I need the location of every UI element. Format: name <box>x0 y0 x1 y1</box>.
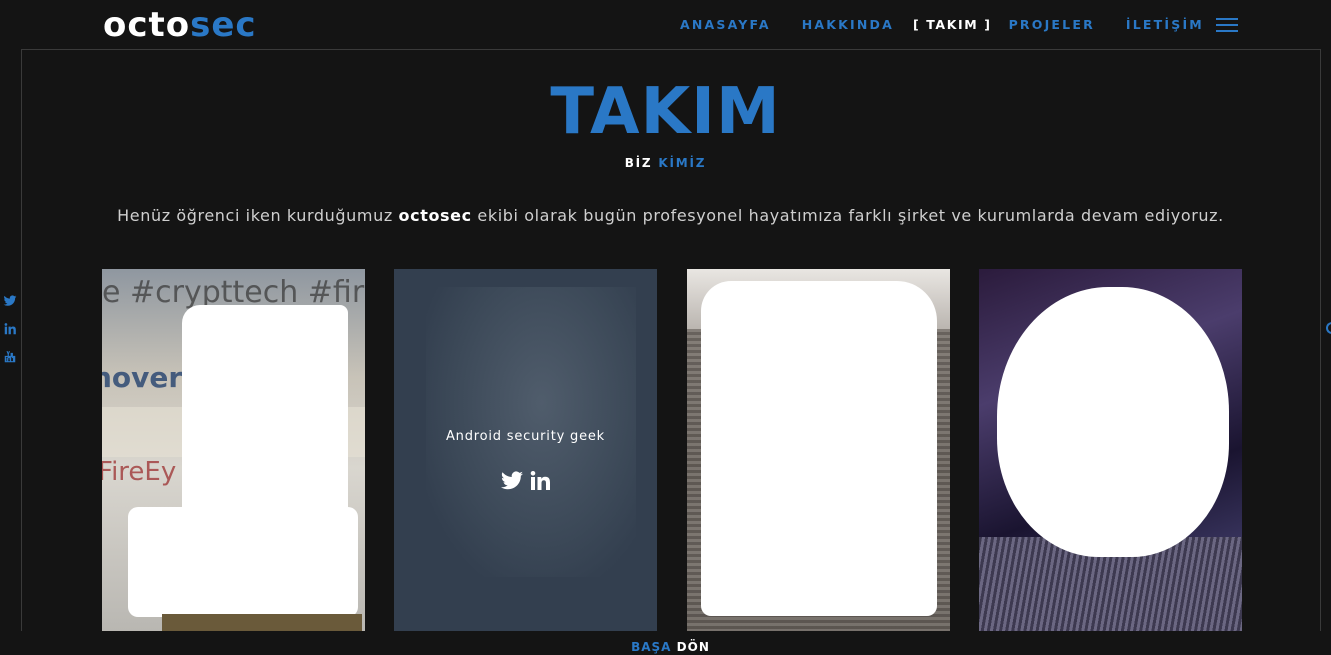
scroll-edge-icon[interactable] <box>1326 322 1331 334</box>
nav-item-projeler[interactable]: PROJELER <box>1009 17 1095 32</box>
logo-part-blue: sec <box>190 5 257 45</box>
member-tagline: Android security geek <box>445 429 605 444</box>
hamburger-line <box>1216 24 1238 26</box>
subtitle-white: BİZ <box>624 156 653 170</box>
nav-item-anasayfa[interactable]: ANASAYFA <box>680 17 771 32</box>
navbar: octosec ANASAYFA HAKKINDA [ TAKIM ] PROJ… <box>0 0 1331 50</box>
intro-brand: octosec <box>398 206 472 225</box>
linkedin-icon[interactable] <box>528 469 552 493</box>
intro-text: Henüz öğrenci iken kurduğumuz octosec ek… <box>0 206 1331 225</box>
twitter-icon[interactable] <box>3 294 17 308</box>
backtop-white: DÖN <box>676 640 710 654</box>
hamburger-line <box>1216 18 1238 20</box>
nav-item-iletisim[interactable]: İLETİŞİM <box>1126 17 1204 32</box>
twitter-icon[interactable] <box>500 469 524 493</box>
intro-after: ekibi olarak bugün profesyonel hayatımız… <box>471 206 1224 225</box>
nav-item-hakkinda[interactable]: HAKKINDA <box>802 17 894 32</box>
photo-banner-text: FireEy <box>102 457 177 487</box>
photo-shoulder <box>162 614 362 631</box>
section-subtitle: BİZ KİMİZ <box>0 156 1331 170</box>
team-card-2[interactable]: Android security geek <box>394 269 657 631</box>
backtop-blue: BAŞA <box>631 640 672 654</box>
nav-item-takim[interactable]: [ TAKIM ] <box>913 17 992 32</box>
logo-part-white: octo <box>103 5 191 45</box>
team-card-1[interactable]: e #crypttech #fire nover FireEy <box>102 269 365 631</box>
main-nav: ANASAYFA HAKKINDA [ TAKIM ] PROJELER İLE… <box>680 17 1204 32</box>
linkedin-icon[interactable] <box>3 322 17 336</box>
back-to-top-link[interactable]: BAŞA DÖN <box>0 640 1331 654</box>
photo-banner-text: nover <box>102 361 183 394</box>
member-social-icons <box>394 469 657 493</box>
intro-before: Henüz öğrenci iken kurduğumuz <box>117 206 399 225</box>
hamburger-line <box>1216 30 1238 32</box>
page: octosec ANASAYFA HAKKINDA [ TAKIM ] PROJ… <box>0 0 1331 655</box>
redacted-face <box>701 281 937 616</box>
team-card-4[interactable] <box>979 269 1242 631</box>
logo[interactable]: octosec <box>103 4 257 46</box>
team-card-3[interactable] <box>687 269 950 631</box>
redacted-face <box>997 287 1229 557</box>
hamburger-menu-icon[interactable] <box>1216 18 1238 34</box>
youtube-icon[interactable] <box>3 350 17 364</box>
redacted-face <box>128 507 358 617</box>
page-title: TAKIM <box>550 75 781 149</box>
social-sidebar <box>3 294 17 378</box>
subtitle-blue: KİMİZ <box>658 156 707 170</box>
